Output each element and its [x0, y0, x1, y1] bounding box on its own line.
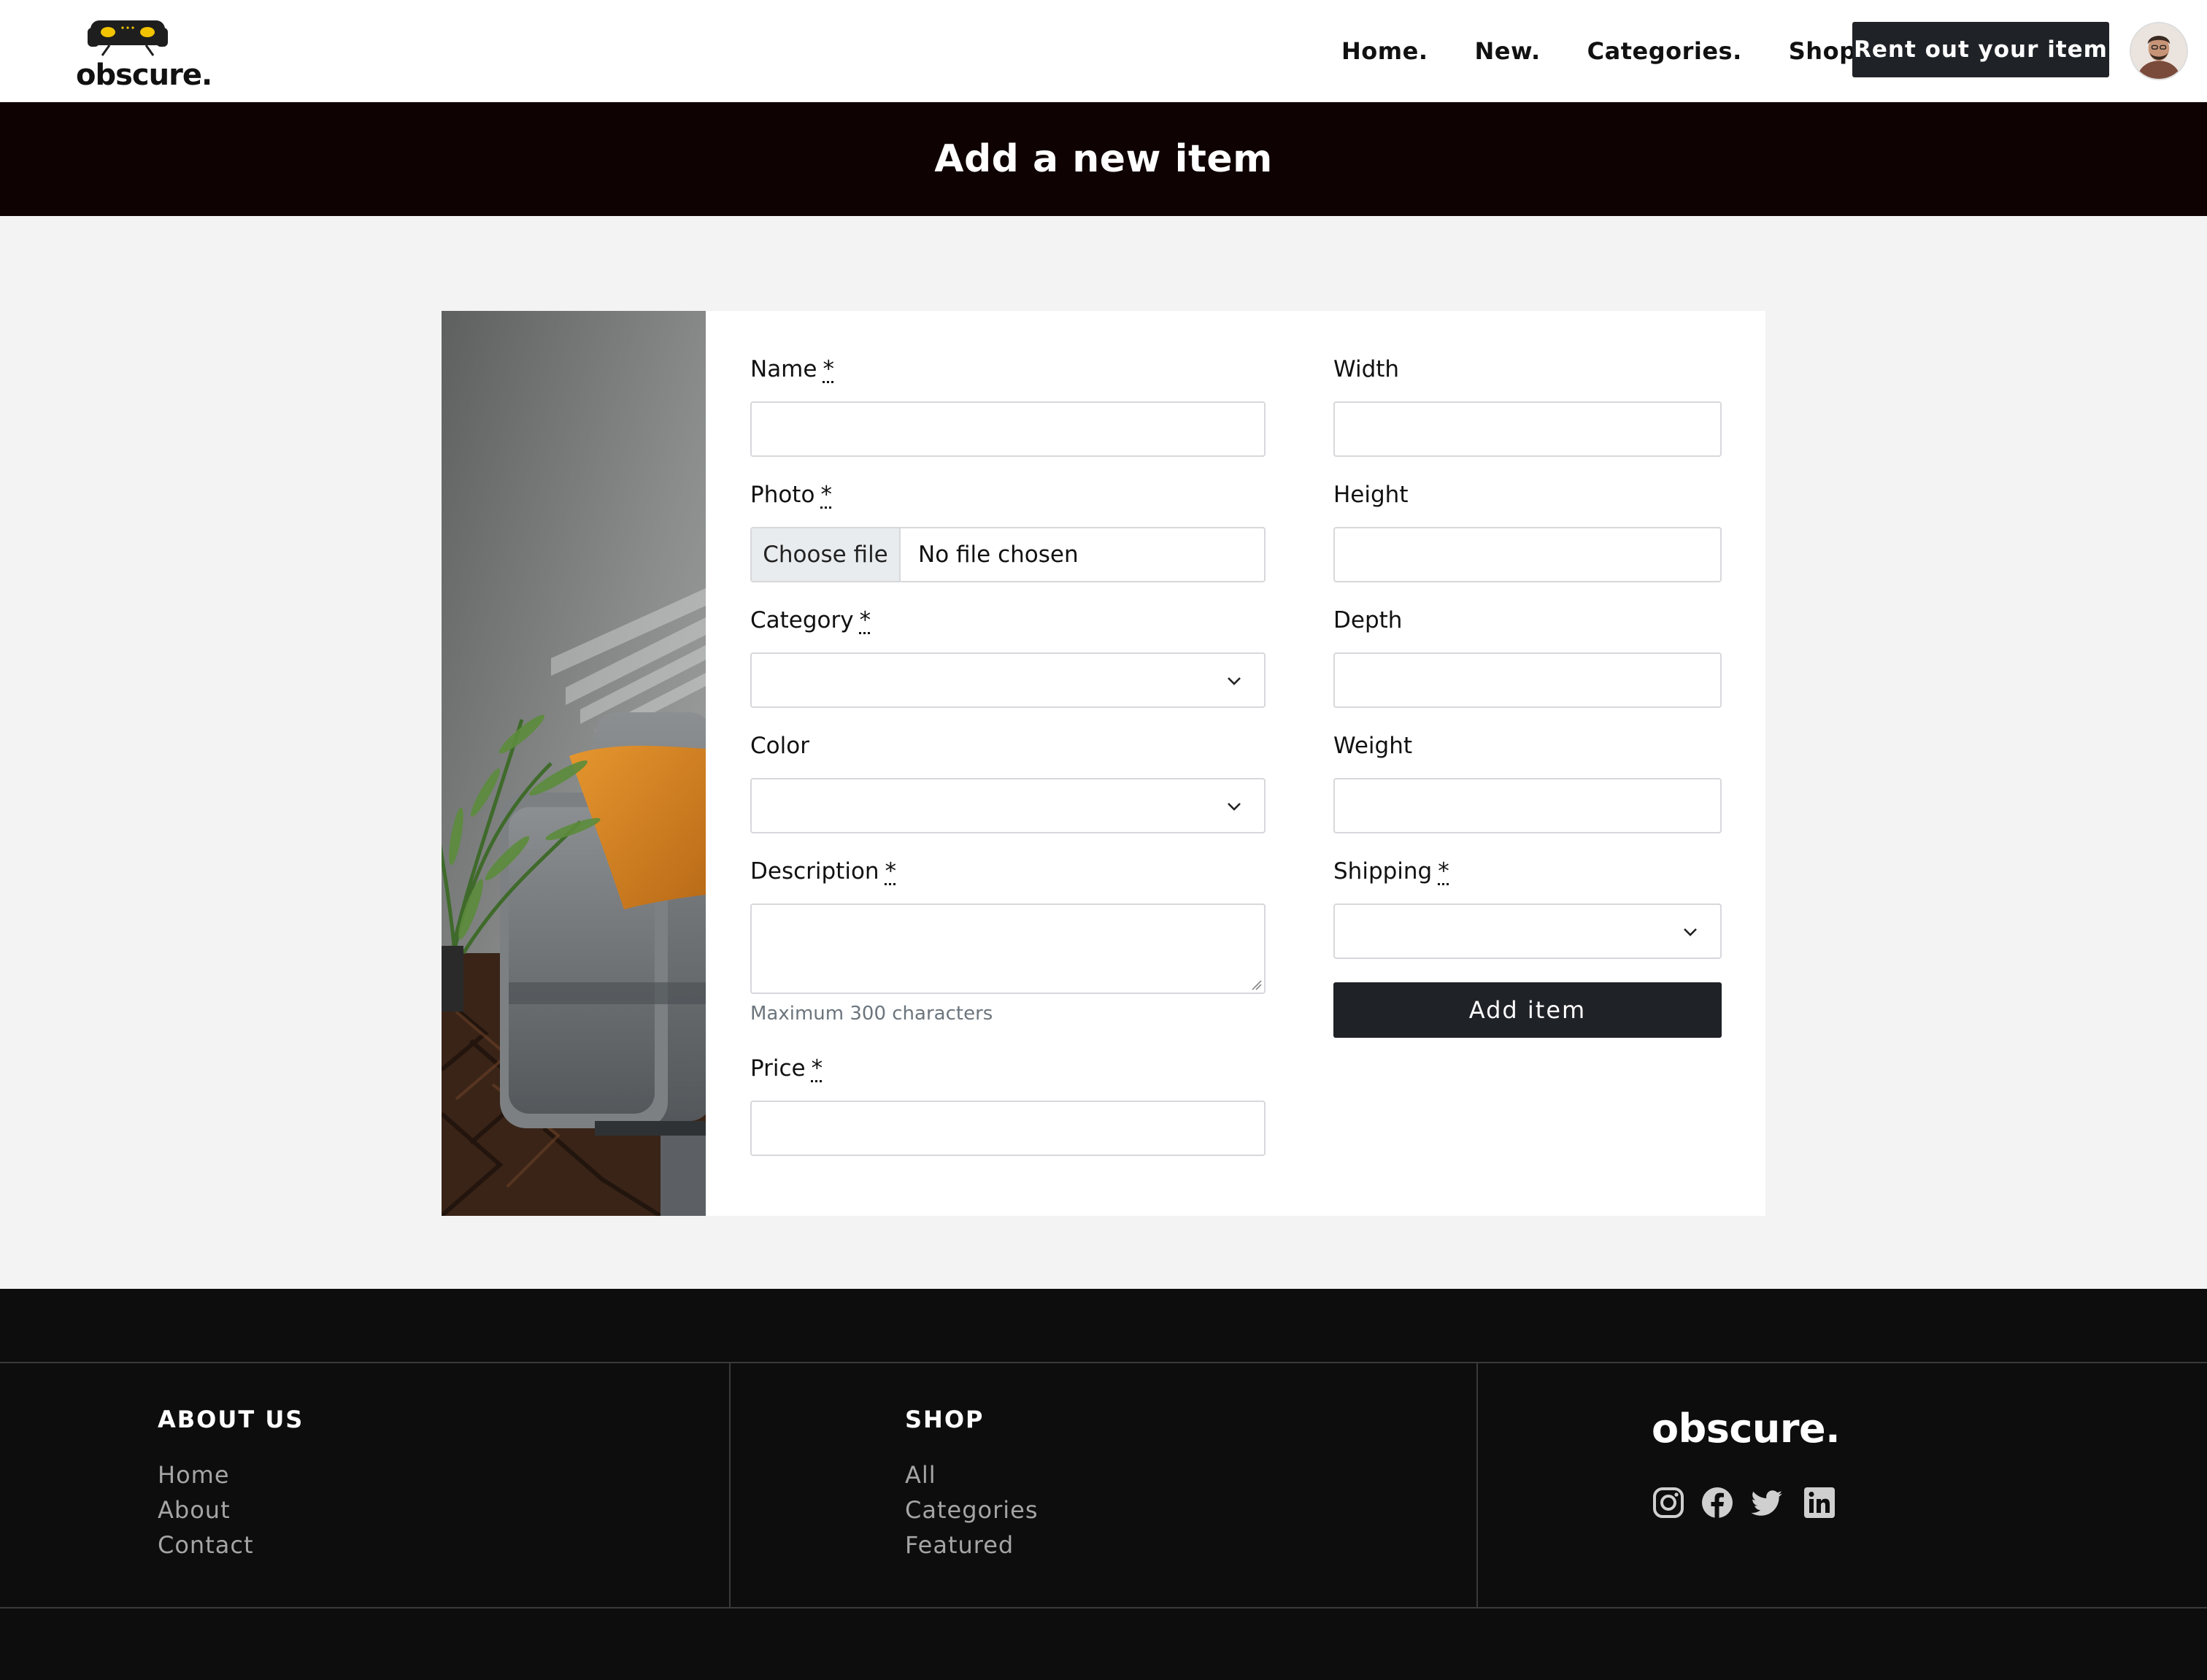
page-title: Add a new item — [934, 137, 1273, 181]
height-input[interactable] — [1333, 527, 1722, 582]
chevron-down-icon — [1228, 677, 1241, 685]
twitter-icon[interactable] — [1750, 1486, 1784, 1519]
price-label-text: Price — [750, 1055, 806, 1082]
footer-column-divider — [729, 1362, 731, 1607]
chevron-down-icon — [1684, 928, 1697, 936]
name-label-text: Name — [750, 356, 817, 382]
add-item-button[interactable]: Add item — [1333, 982, 1722, 1038]
width-input[interactable] — [1333, 401, 1722, 457]
photo-file-input[interactable]: Choose file No file chosen — [750, 527, 1266, 582]
shipping-select[interactable] — [1333, 903, 1722, 959]
footer: ABOUT US Home About Contact SHOP All Cat… — [0, 1289, 2207, 1680]
description-label-text: Description — [750, 858, 879, 885]
description-help-text: Maximum 300 characters — [750, 1003, 993, 1025]
main-nav: Home. New. Categories. Shop. — [1341, 34, 1865, 69]
name-input[interactable] — [750, 401, 1266, 457]
choose-file-button[interactable]: Choose file — [752, 528, 901, 581]
file-status-text: No file chosen — [918, 542, 1079, 568]
footer-link-about[interactable]: About — [158, 1496, 231, 1524]
shipping-label-text: Shipping — [1333, 858, 1433, 885]
footer-link-categories[interactable]: Categories — [905, 1496, 1038, 1524]
living-room-photo — [442, 311, 706, 1216]
required-marker: * — [1438, 858, 1449, 885]
weight-input[interactable] — [1333, 778, 1722, 833]
nav-link-categories[interactable]: Categories. — [1587, 37, 1742, 65]
resize-grip-icon[interactable] — [1249, 978, 1263, 991]
rent-out-item-button[interactable]: Rent out your item — [1852, 22, 2109, 77]
nav-link-new[interactable]: New. — [1474, 37, 1540, 65]
name-label: Name * — [750, 356, 834, 382]
footer-column-divider — [1476, 1362, 1478, 1607]
sofa-icon — [88, 20, 168, 56]
required-marker: * — [823, 356, 834, 382]
instagram-icon[interactable] — [1652, 1486, 1685, 1519]
footer-link-home[interactable]: Home — [158, 1461, 230, 1489]
category-select[interactable] — [750, 652, 1266, 708]
footer-link-contact[interactable]: Contact — [158, 1531, 254, 1559]
depth-label: Depth — [1333, 607, 1403, 633]
depth-input[interactable] — [1333, 652, 1722, 708]
required-marker: * — [859, 607, 871, 633]
price-input[interactable] — [750, 1101, 1266, 1156]
footer-top-divider — [0, 1362, 2207, 1363]
page-banner: Add a new item — [0, 102, 2207, 216]
shipping-label: Shipping * — [1333, 858, 1449, 885]
category-label: Category * — [750, 607, 871, 633]
user-avatar[interactable] — [2130, 22, 2188, 80]
navbar: obscure. Home. New. Categories. Shop. Re… — [0, 0, 2207, 102]
description-textarea[interactable] — [750, 903, 1266, 994]
category-label-text: Category — [750, 607, 854, 633]
footer-about-heading: ABOUT US — [158, 1406, 304, 1433]
footer-link-featured[interactable]: Featured — [905, 1531, 1014, 1559]
linkedin-icon[interactable] — [1803, 1486, 1836, 1519]
brand-name: obscure. — [76, 58, 212, 92]
add-item-card: Name * Photo * Choose file No file chosen … — [442, 311, 1765, 1216]
brand-logo[interactable]: obscure. — [76, 15, 212, 95]
width-label: Width — [1333, 356, 1400, 382]
photo-label: Photo * — [750, 482, 832, 508]
nav-link-home[interactable]: Home. — [1341, 37, 1428, 65]
sofa-photo-illustration — [442, 311, 706, 1216]
footer-brand-name: obscure. — [1652, 1406, 1841, 1452]
photo-label-text: Photo — [750, 482, 815, 508]
chevron-down-icon — [1228, 803, 1241, 811]
avatar-image — [2131, 23, 2187, 79]
required-marker: * — [885, 858, 897, 885]
footer-shop-heading: SHOP — [905, 1406, 985, 1433]
description-label: Description * — [750, 858, 896, 885]
facebook-icon[interactable] — [1700, 1486, 1734, 1519]
price-label: Price * — [750, 1055, 823, 1082]
footer-link-all[interactable]: All — [905, 1461, 936, 1489]
required-marker: * — [820, 482, 832, 508]
color-label: Color — [750, 733, 809, 759]
footer-bottom-divider — [0, 1607, 2207, 1608]
color-select[interactable] — [750, 778, 1266, 833]
weight-label: Weight — [1333, 733, 1413, 759]
required-marker: * — [811, 1055, 823, 1082]
height-label: Height — [1333, 482, 1409, 508]
